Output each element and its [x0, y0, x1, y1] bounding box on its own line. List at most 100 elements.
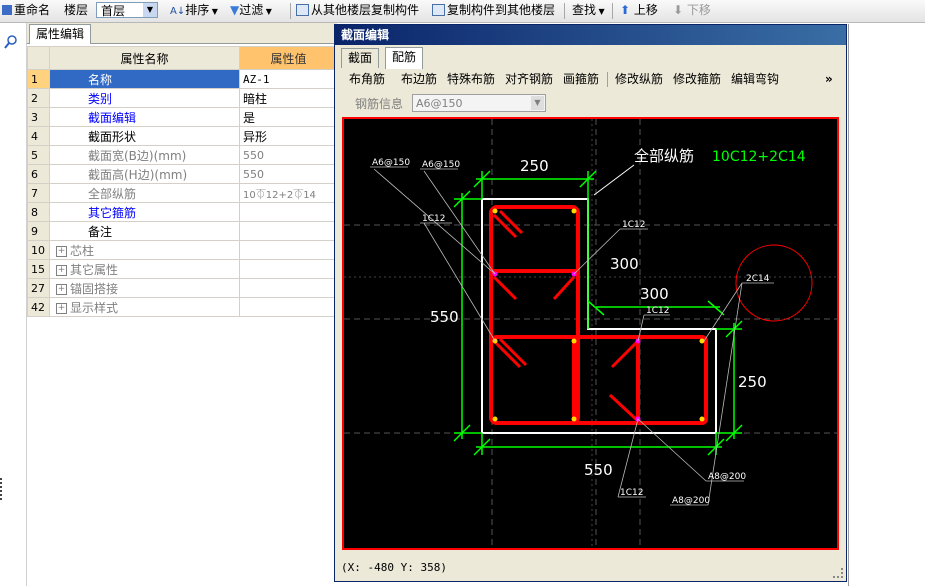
row-number: 27 [27, 278, 50, 298]
table-row[interactable]: 27 + 锚固搭接 [27, 278, 338, 298]
property-value[interactable]: AZ-1 [239, 69, 338, 89]
property-name: 全部纵筋 [49, 183, 240, 203]
find-label: 查找 [572, 3, 597, 17]
chevron-down-icon: ▼ [143, 3, 157, 17]
column-header-name[interactable]: 属性名称 [49, 46, 240, 70]
property-name: 截面形状 [49, 126, 240, 146]
tab-property-edit[interactable]: 属性编辑 [29, 24, 92, 44]
table-header: 属性名称 属性值 [27, 46, 338, 70]
header-corner [27, 46, 50, 70]
rebar-info-label: 钢筋信息 [355, 97, 404, 111]
section-edit-dialog: 截面编辑 截面 配筋 布角筋 布边筋 特殊布筋 对齐钢筋 画箍筋 修改纵筋 修改… [334, 24, 847, 582]
row-number: 9 [27, 221, 50, 241]
dim-top: 250 [520, 157, 549, 175]
rebar-info-select[interactable]: A6@150 ▼ [412, 94, 546, 112]
label-a6-2: A6@150 [422, 160, 460, 170]
sort-label: 排序 [185, 3, 210, 17]
splitter-grip[interactable] [0, 478, 5, 500]
table-row[interactable]: 3 截面编辑 是 [27, 107, 338, 127]
move-down-button[interactable]: ⬇ 下移 [673, 2, 711, 19]
dim-left: 550 [430, 308, 459, 326]
property-name: 类别 [49, 88, 240, 108]
property-table: 属性名称 属性值 1 名称 AZ-1 2 类别 暗柱 3 截面编辑 是 4 截面… [27, 46, 338, 317]
row-number: 6 [27, 164, 50, 184]
stirrup-right [636, 335, 708, 425]
table-row[interactable]: 1 名称 AZ-1 [27, 69, 338, 89]
place-edge-rebar-button[interactable]: 布边筋 [401, 70, 437, 88]
table-row[interactable]: 7 全部纵筋 10⏁12+2⏁14 [27, 183, 338, 203]
center-lines [344, 119, 837, 548]
modify-stirrup-button[interactable]: 修改箍筋 [673, 70, 721, 88]
filter-label: 过滤 [239, 3, 264, 17]
section-drawing-canvas[interactable]: 250 550 550 250 300 300 全部纵筋 10C12+2C14 [342, 117, 839, 550]
table-row[interactable]: 10 + 芯柱 [27, 240, 338, 260]
search-icon[interactable] [4, 35, 18, 49]
property-value[interactable] [239, 221, 338, 241]
tab-section[interactable]: 截面 [341, 48, 380, 68]
copy-to-floor-button[interactable]: 复制构件到其他楼层 [432, 2, 555, 19]
filter-button[interactable]: ▼过滤 ▼ [230, 2, 272, 19]
rename-button[interactable]: 重命名 [2, 2, 50, 19]
label-1c12-b: 1C12 [622, 220, 645, 230]
align-rebar-button[interactable]: 对齐钢筋 [505, 70, 553, 88]
dropdown-arrow-icon: ▼ [596, 7, 605, 16]
expand-icon[interactable]: + [56, 245, 67, 257]
table-row[interactable]: 9 备注 [27, 221, 338, 241]
row-number: 3 [27, 107, 50, 127]
table-row[interactable]: 2 类别 暗柱 [27, 88, 338, 108]
row-number: 7 [27, 183, 50, 203]
copy-from-floor-button[interactable]: 从其他楼层复制构件 [296, 2, 419, 19]
all-rebar-label: 全部纵筋 [634, 147, 694, 165]
property-name: 截面高(H边)(mm) [49, 164, 240, 184]
expand-icon[interactable]: + [56, 264, 67, 276]
toolbar-separator [564, 3, 565, 19]
rebar-points-highlight [492, 271, 641, 422]
dropdown-arrow-icon: ▼ [209, 7, 218, 16]
find-button[interactable]: 查找 ▼ [572, 2, 605, 19]
column-header-value[interactable]: 属性值 [239, 46, 338, 70]
table-row[interactable]: 8 其它箍筋 [27, 202, 338, 222]
dialog-title[interactable]: 截面编辑 [335, 25, 846, 45]
table-row[interactable]: 15 + 其它属性 [27, 259, 338, 279]
stirrup-vertical [489, 205, 580, 425]
table-row[interactable]: 4 截面形状 异形 [27, 126, 338, 146]
table-row[interactable]: 6 截面高(H边)(mm) 550 [27, 164, 338, 184]
section-drawing[interactable]: 250 550 550 250 300 300 全部纵筋 10C12+2C14 [344, 119, 837, 548]
floor-select[interactable]: 首层 ▼ [96, 2, 158, 18]
special-rebar-button[interactable]: 特殊布筋 [447, 70, 495, 88]
property-value[interactable] [239, 202, 338, 222]
floor-select-value: 首层 [101, 4, 126, 18]
label-a6-1: A6@150 [372, 158, 410, 168]
property-value[interactable]: 是 [239, 107, 338, 127]
table-row[interactable]: 5 截面宽(B边)(mm) 550 [27, 145, 338, 165]
modify-longitudinal-button[interactable]: 修改纵筋 [615, 70, 663, 88]
row-number: 15 [27, 259, 50, 279]
tab-rebar[interactable]: 配筋 [385, 47, 424, 69]
grid-lines [344, 119, 837, 548]
label-a8-1: A8@200 [708, 472, 746, 482]
move-up-label: 上移 [633, 3, 658, 17]
resize-grip-icon[interactable] [833, 568, 843, 578]
property-value[interactable]: 异形 [239, 126, 338, 146]
sort-button[interactable]: A↓排序 ▼ [170, 2, 218, 19]
table-row[interactable]: 42 + 显示样式 [27, 297, 338, 317]
property-value[interactable]: 暗柱 [239, 88, 338, 108]
row-number: 42 [27, 297, 50, 317]
section-outline [481, 198, 717, 434]
copy-component-icon [432, 4, 445, 16]
more-tools-button[interactable]: » [825, 70, 833, 88]
label-2c14: 2C14 [746, 274, 770, 284]
expand-icon[interactable]: + [56, 283, 67, 295]
expand-icon[interactable]: + [56, 302, 67, 314]
edit-hook-button[interactable]: 编辑弯钩 [731, 70, 779, 88]
place-corner-rebar-button[interactable]: 布角筋 [349, 70, 385, 88]
property-name: 备注 [49, 221, 240, 241]
dim-inner-300-a: 300 [610, 255, 639, 273]
dim-bottom: 550 [584, 461, 613, 479]
draw-stirrup-button[interactable]: 画箍筋 [563, 70, 599, 88]
rebar-points [492, 208, 705, 422]
property-value: 10⏁12+2⏁14 [239, 183, 338, 203]
rebar-info-row: 钢筋信息 A6@150 ▼ [341, 93, 591, 113]
stirrups [489, 205, 708, 425]
move-up-button[interactable]: ⬆ 上移 [620, 2, 658, 19]
